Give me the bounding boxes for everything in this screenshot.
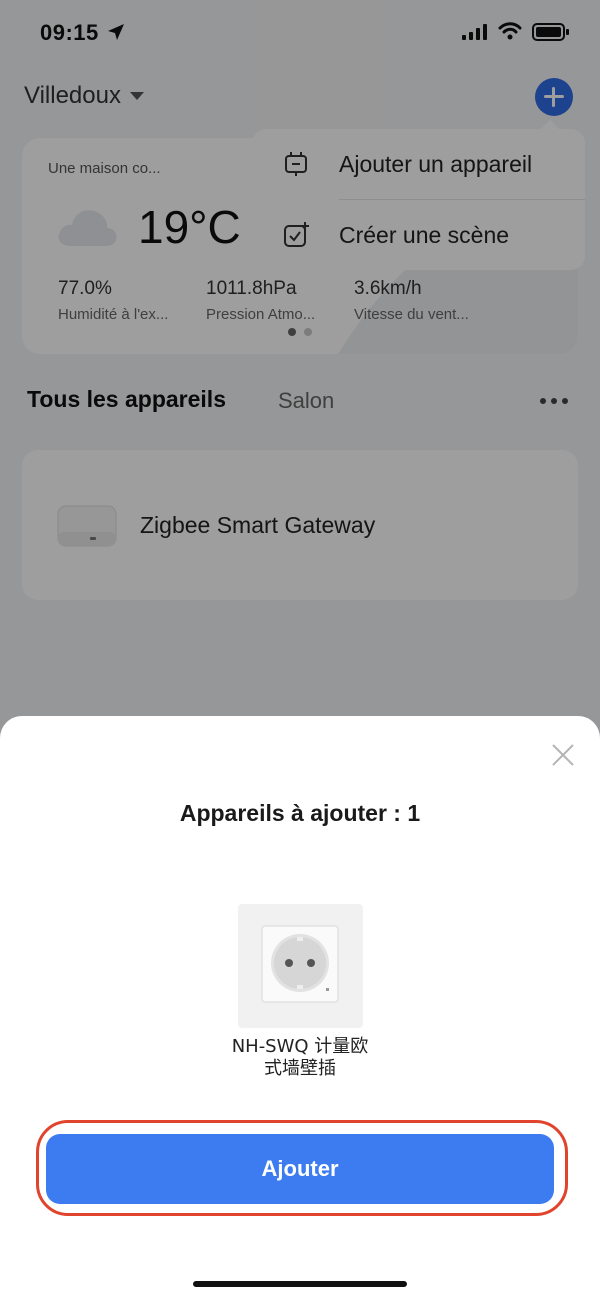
home-indicator bbox=[193, 1281, 407, 1287]
product-name-line-1: NH-SWQ 计量欧 bbox=[231, 1036, 369, 1057]
close-icon[interactable] bbox=[550, 742, 576, 768]
product-name-line-2: 式墙壁插 bbox=[264, 1058, 336, 1079]
product-name: NH-SWQ 计量欧 式墙壁插 bbox=[190, 1036, 410, 1080]
product-image[interactable] bbox=[238, 904, 363, 1028]
add-button-primary[interactable]: Ajouter bbox=[46, 1134, 554, 1204]
wall-socket-icon bbox=[261, 925, 339, 1003]
sheet-title: Appareils à ajouter : 1 bbox=[179, 800, 421, 826]
app-screen: 09:15 Villedoux Une maison co... 19°C 77… bbox=[0, 0, 600, 1299]
